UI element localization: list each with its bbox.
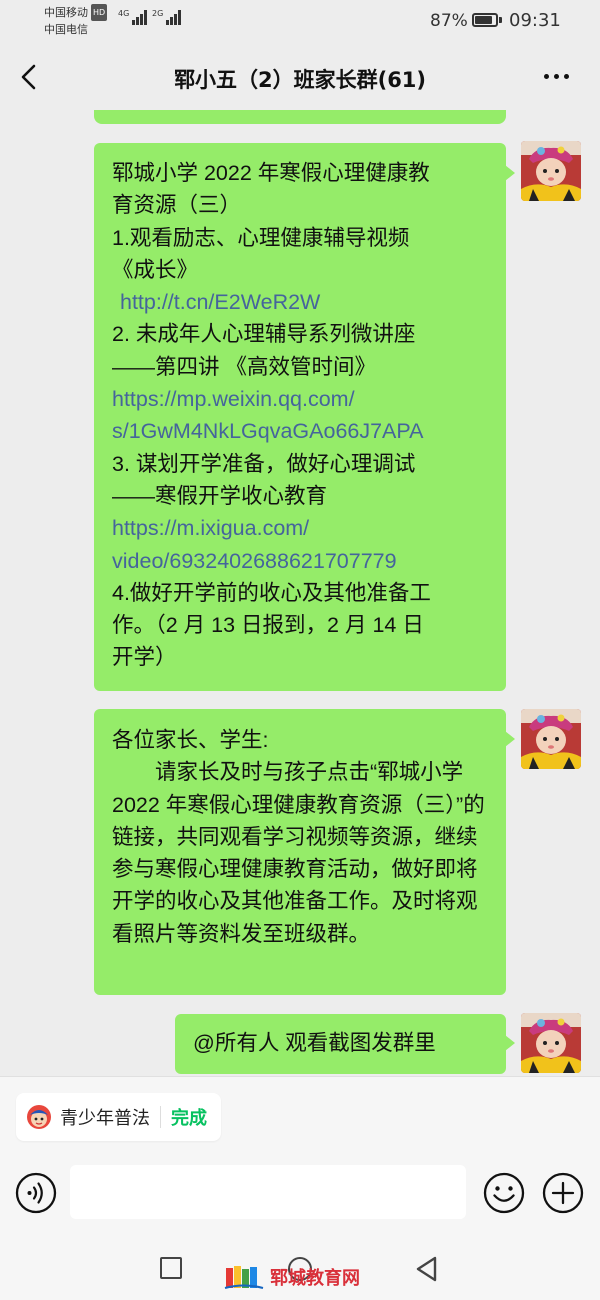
battery-cap xyxy=(499,17,502,23)
message-mention-text: @所有人 观看截图发群里 xyxy=(193,1031,436,1055)
link-ixigua-video-part-2[interactable]: video/6932402688621707779 xyxy=(112,545,488,577)
previous-message-bubble[interactable] xyxy=(94,110,506,124)
mini-program-name: 青少年普法 xyxy=(60,1108,150,1129)
battery-percentage: 87% xyxy=(430,11,468,31)
chip-divider xyxy=(160,1106,161,1128)
carrier-2-name: 中国电信 xyxy=(44,23,88,36)
mini-program-chip[interactable]: 青少年普法 完成 xyxy=(16,1093,221,1141)
message-text-line: ——第四讲 《高效管时间》 xyxy=(112,354,376,379)
triangle-back-icon xyxy=(416,1256,437,1282)
message-text-line: 2. 未成年人心理辅导系列微讲座 xyxy=(112,322,416,347)
done-button[interactable]: 完成 xyxy=(171,1104,207,1130)
signal-1-icon: 4G xyxy=(118,9,148,25)
carrier-1-name: 中国移动 xyxy=(44,6,88,19)
emoji-icon xyxy=(483,1172,525,1214)
more-functions-button[interactable] xyxy=(541,1171,585,1215)
carrier-info: 中国移动 HD 中国电信 xyxy=(44,4,108,38)
message-text-line: 4.做好开学前的收心及其他准备工 xyxy=(112,580,431,605)
input-panel: 青少年普法 完成 xyxy=(0,1076,600,1223)
clock: 09:31 xyxy=(509,10,561,31)
avatar-photo xyxy=(521,1013,581,1073)
signal-2-icon: 2G xyxy=(152,9,182,25)
watermark: 郓城教育网 xyxy=(224,1264,360,1290)
signal-2-label: 2G xyxy=(152,9,164,18)
message-body: 请家长及时与孩子点击“郓城小学 2022 年寒假心理健康教育资源（三）”的链接，… xyxy=(112,760,485,946)
more-button[interactable] xyxy=(536,58,576,94)
plus-circle-icon xyxy=(542,1172,584,1214)
mascot-icon xyxy=(27,1105,51,1129)
message-text-line: 1.观看励志、心理健康辅导视频 xyxy=(112,225,410,250)
watermark-text: 郓城教育网 xyxy=(270,1268,360,1289)
system-back-button[interactable] xyxy=(414,1255,440,1287)
status-bar: 中国移动 HD 中国电信 4G 2G 87% 09:31 xyxy=(0,0,600,44)
link-weixin-article-part-2[interactable]: s/1GwM4NkLGqvaGAo66J7APA xyxy=(112,415,488,447)
message-list[interactable]: 郓城小学 2022 年寒假心理健康教 育资源（三） 1.观看励志、心理健康辅导视… xyxy=(0,110,600,1076)
message-bubble-notice[interactable]: 各位家长、学生: 请家长及时与孩子点击“郓城小学 2022 年寒假心理健康教育资… xyxy=(94,709,515,995)
message-text-line: 郓城小学 2022 年寒假心理健康教 xyxy=(112,161,430,185)
avatar-photo xyxy=(521,141,581,201)
message-text-line: 《成长》 xyxy=(112,257,199,282)
avatar-photo xyxy=(521,709,581,769)
more-dots-icon xyxy=(543,73,569,79)
signal-1-label: 4G xyxy=(118,9,130,18)
recent-apps-button[interactable] xyxy=(160,1257,182,1279)
avatar[interactable] xyxy=(521,141,581,201)
battery-icon xyxy=(472,13,498,27)
voice-icon xyxy=(15,1172,57,1214)
message-text-line: 开学） xyxy=(112,645,177,670)
link-weixin-article-part-1[interactable]: https://mp.weixin.qq.com/ xyxy=(112,383,488,415)
message-bubble-resources[interactable]: 郓城小学 2022 年寒假心理健康教 育资源（三） 1.观看励志、心理健康辅导视… xyxy=(94,143,515,691)
message-text-line: 3. 谋划开学准备，做好心理调试 xyxy=(112,451,416,476)
emoji-button[interactable] xyxy=(482,1171,526,1215)
battery-fill xyxy=(475,16,493,24)
chat-header: 郓小五（2）班家长群(61) xyxy=(0,44,600,110)
avatar[interactable] xyxy=(521,1013,581,1073)
avatar[interactable] xyxy=(521,709,581,769)
link-growth-video[interactable]: http://t.cn/E2WeR2W xyxy=(112,286,488,318)
message-greeting: 各位家长、学生: xyxy=(112,728,269,752)
message-text-line: 育资源（三） xyxy=(112,193,242,218)
book-logo-icon xyxy=(224,1266,264,1289)
chat-title: 郓小五（2）班家长群(61) xyxy=(173,68,427,92)
voice-button[interactable] xyxy=(14,1171,58,1215)
hd-badge: HD xyxy=(91,4,108,21)
message-input[interactable] xyxy=(70,1165,466,1219)
link-ixigua-video-part-1[interactable]: https://m.ixigua.com/ xyxy=(112,512,488,544)
message-text-line: 作。（2 月 13 日报到，2 月 14 日 xyxy=(112,613,424,638)
message-bubble-mention[interactable]: @所有人 观看截图发群里 xyxy=(175,1014,515,1074)
message-text-line: ——寒假开学收心教育 xyxy=(112,483,328,508)
